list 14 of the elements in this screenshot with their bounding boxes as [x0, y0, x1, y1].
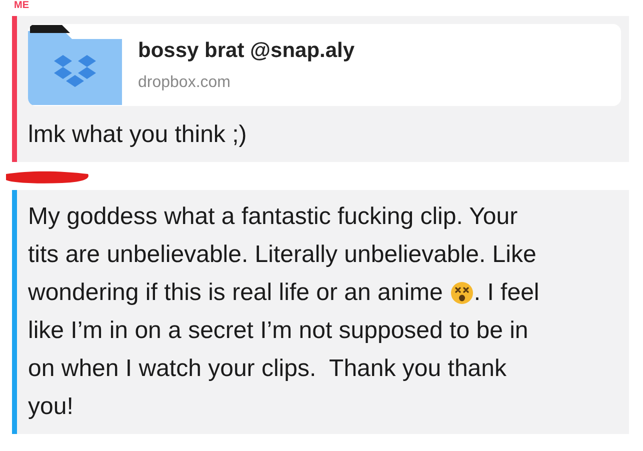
dizzy-face-icon [450, 281, 474, 305]
message-text: . I feel [474, 278, 540, 308]
message-text: tits are unbelievable. Literally unbelievable. Like [28, 240, 536, 270]
message-text: you! [28, 392, 74, 422]
message-text: lmk what you think ;) [28, 120, 247, 150]
sender-label: ME [14, 0, 30, 12]
message-text: My goddess what a fantastic fucking clip. Your [28, 202, 518, 232]
message-text: wondering if this is real life or an anime [28, 278, 443, 308]
link-domain: dropbox.com [138, 72, 232, 93]
link-title: bossy brat @snap.aly [138, 38, 355, 64]
message-text: on when I watch your clips. Thank you thank [28, 354, 506, 384]
dropbox-folder-icon [28, 25, 122, 105]
link-card[interactable]: bossy brat @snap.aly dropbox.com [28, 24, 621, 106]
message-text: like I’m in on a secret I’m not supposed to be in [28, 316, 528, 346]
